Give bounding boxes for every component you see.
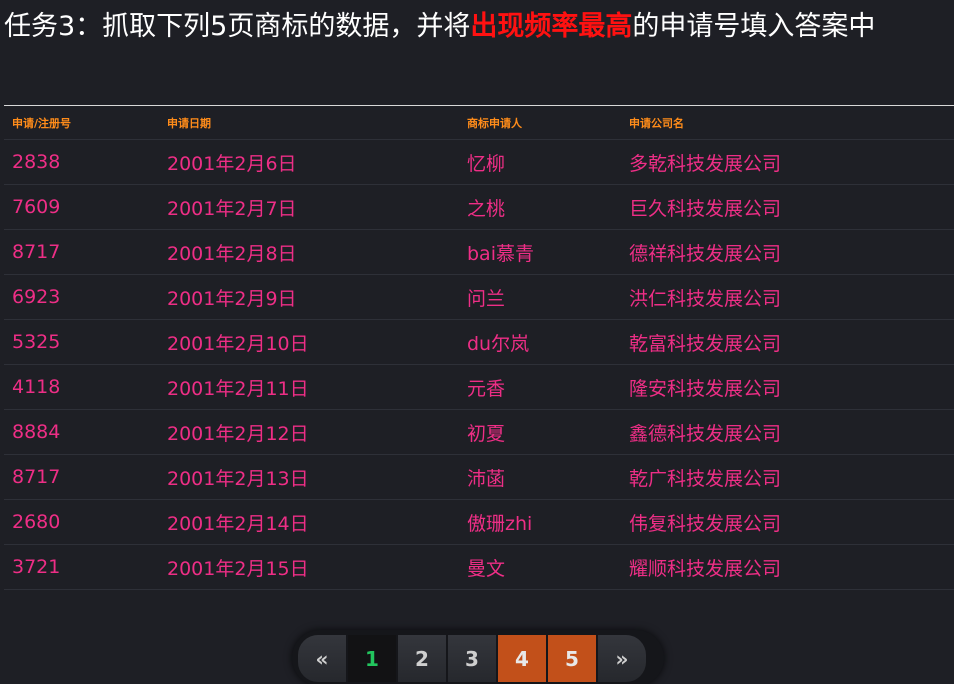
task-title-suffix: 的申请号填入答案中 [632,11,876,42]
trademark-table: 申请/注册号 申请日期 商标申请人 申请公司名 2838 2001年2月6日 忆… [4,106,954,590]
cell-application-date: 2001年2月6日 [159,139,459,185]
cell-applicant: 忆柳 [459,139,621,185]
pagination-buttons: « 1 2 3 4 5 » [298,635,646,682]
table-row: 2680 2001年2月14日 傲珊zhi 伟复科技发展公司 [4,499,954,545]
table-row: 7609 2001年2月7日 之桃 巨久科技发展公司 [4,184,954,230]
cell-application-number: 2838 [4,139,159,185]
task-title: 任务3：抓取下列5页商标的数据，并将出现频率最高的申请号填入答案中 [4,10,950,43]
cell-application-date: 2001年2月15日 [159,544,459,590]
cell-company-name: 巨久科技发展公司 [621,184,954,230]
cell-application-number: 8884 [4,409,159,455]
cell-application-date: 2001年2月7日 [159,184,459,230]
page-button-1[interactable]: 1 [348,635,396,682]
table-row: 3721 2001年2月15日 曼文 耀顺科技发展公司 [4,544,954,590]
page-button-4[interactable]: 4 [498,635,546,682]
header-application-date: 申请日期 [159,106,459,140]
cell-company-name: 隆安科技发展公司 [621,364,954,410]
cell-applicant: 傲珊zhi [459,499,621,545]
header-applicant: 商标申请人 [459,106,621,140]
next-page-button[interactable]: » [598,635,646,682]
page-button-5[interactable]: 5 [548,635,596,682]
cell-company-name: 乾广科技发展公司 [621,454,954,500]
cell-applicant: du尔岚 [459,319,621,365]
table-row: 8717 2001年2月13日 沛菡 乾广科技发展公司 [4,454,954,500]
cell-application-number: 7609 [4,184,159,230]
header-application-number: 申请/注册号 [4,106,159,140]
task-title-prefix: 任务3：抓取下列5页商标的数据，并将 [4,11,471,42]
cell-applicant: 问兰 [459,274,621,320]
cell-application-number: 8717 [4,229,159,275]
table-row: 4118 2001年2月11日 元香 隆安科技发展公司 [4,364,954,410]
cell-application-date: 2001年2月14日 [159,499,459,545]
cell-applicant: bai慕青 [459,229,621,275]
cell-application-date: 2001年2月12日 [159,409,459,455]
page-button-3[interactable]: 3 [448,635,496,682]
cell-applicant: 元香 [459,364,621,410]
cell-application-number: 6923 [4,274,159,320]
pagination: « 1 2 3 4 5 » [292,630,664,684]
cell-company-name: 洪仁科技发展公司 [621,274,954,320]
cell-applicant: 沛菡 [459,454,621,500]
cell-application-date: 2001年2月13日 [159,454,459,500]
cell-company-name: 多乾科技发展公司 [621,139,954,185]
cell-application-number: 8717 [4,454,159,500]
page: 任务3：抓取下列5页商标的数据，并将出现频率最高的申请号填入答案中 申请/注册号… [0,0,954,684]
cell-application-number: 5325 [4,319,159,365]
cell-applicant: 曼文 [459,544,621,590]
cell-application-date: 2001年2月9日 [159,274,459,320]
cell-company-name: 耀顺科技发展公司 [621,544,954,590]
cell-application-date: 2001年2月11日 [159,364,459,410]
cell-company-name: 乾富科技发展公司 [621,319,954,365]
table-row: 8884 2001年2月12日 初夏 鑫德科技发展公司 [4,409,954,455]
cell-company-name: 伟复科技发展公司 [621,499,954,545]
prev-page-button[interactable]: « [298,635,346,682]
cell-applicant: 初夏 [459,409,621,455]
cell-application-date: 2001年2月8日 [159,229,459,275]
table-header-row: 申请/注册号 申请日期 商标申请人 申请公司名 [4,106,954,140]
cell-company-name: 德祥科技发展公司 [621,229,954,275]
page-button-2[interactable]: 2 [398,635,446,682]
cell-application-number: 2680 [4,499,159,545]
table-row: 2838 2001年2月6日 忆柳 多乾科技发展公司 [4,139,954,185]
table-row: 6923 2001年2月9日 问兰 洪仁科技发展公司 [4,274,954,320]
header-company-name: 申请公司名 [621,106,954,140]
task-title-highlight: 出现频率最高 [470,11,633,42]
cell-application-date: 2001年2月10日 [159,319,459,365]
cell-company-name: 鑫德科技发展公司 [621,409,954,455]
table-row: 5325 2001年2月10日 du尔岚 乾富科技发展公司 [4,319,954,365]
cell-application-number: 3721 [4,544,159,590]
cell-application-number: 4118 [4,364,159,410]
cell-applicant: 之桃 [459,184,621,230]
table-row: 8717 2001年2月8日 bai慕青 德祥科技发展公司 [4,229,954,275]
